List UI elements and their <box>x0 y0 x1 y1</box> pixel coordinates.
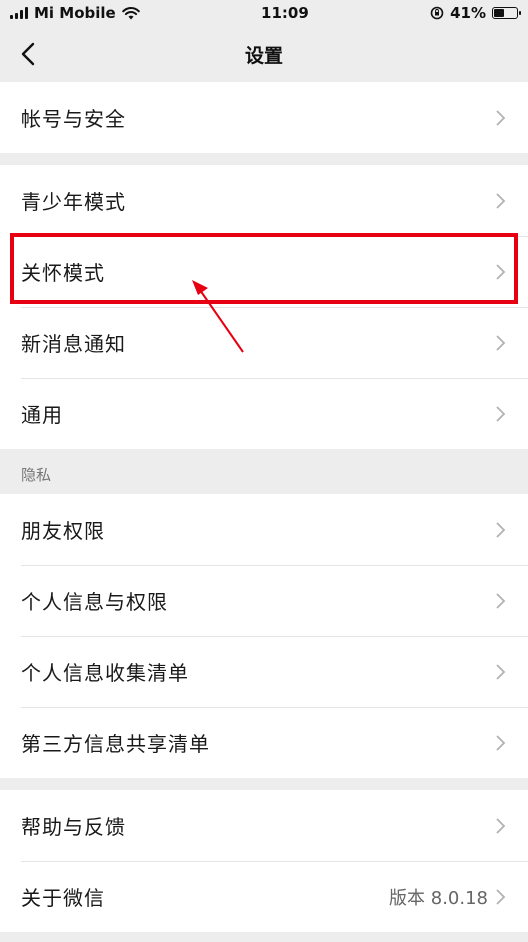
chevron-right-icon <box>496 334 506 351</box>
settings-item-account-security[interactable]: 帐号与安全 <box>0 82 528 153</box>
group-privacy: 朋友权限 个人信息与权限 个人信息收集清单 第三方信息共享清单 <box>0 494 528 778</box>
chevron-right-icon <box>496 405 506 422</box>
settings-item-label: 通用 <box>21 403 63 427</box>
settings-item-label: 帐号与安全 <box>21 107 126 131</box>
chevron-right-icon <box>496 192 506 209</box>
settings-item-label: 青少年模式 <box>21 190 126 214</box>
chevron-right-icon <box>496 263 506 280</box>
settings-item-care-mode[interactable]: 关怀模式 <box>0 236 528 307</box>
page-title: 设置 <box>244 44 283 67</box>
status-right: 41% <box>430 4 521 22</box>
section-header-privacy: 隐私 <box>21 466 52 484</box>
chevron-right-icon <box>496 888 506 905</box>
settings-item-general[interactable]: 通用 <box>0 378 528 449</box>
settings-item-label: 个人信息收集清单 <box>21 661 189 685</box>
chevron-right-icon <box>496 817 506 834</box>
settings-item-label: 朋友权限 <box>21 519 105 543</box>
wifi-icon <box>121 6 140 19</box>
settings-item-personal-info-permissions[interactable]: 个人信息与权限 <box>0 565 528 636</box>
chevron-right-icon <box>496 109 506 126</box>
settings-item-label: 新消息通知 <box>21 332 126 356</box>
settings-item-label: 第三方信息共享清单 <box>21 732 210 756</box>
settings-item-label: 个人信息与权限 <box>21 590 168 614</box>
settings-item-help-feedback[interactable]: 帮助与反馈 <box>0 790 528 861</box>
settings-item-about-wechat[interactable]: 关于微信 版本 8.0.18 <box>0 861 528 932</box>
battery-icon <box>492 7 521 19</box>
nav-bar: 设置 <box>0 26 528 82</box>
row-right: 版本 8.0.18 <box>389 884 506 910</box>
settings-item-teen-mode[interactable]: 青少年模式 <box>0 165 528 236</box>
group-about: 帮助与反馈 关于微信 版本 8.0.18 <box>0 790 528 932</box>
settings-item-label: 关怀模式 <box>21 261 105 285</box>
status-left: Mi Mobile <box>10 4 140 22</box>
back-arrow-icon[interactable] <box>18 40 42 68</box>
settings-item-third-party-sharing[interactable]: 第三方信息共享清单 <box>0 707 528 778</box>
chevron-right-icon <box>496 592 506 609</box>
settings-item-label: 关于微信 <box>21 886 105 910</box>
chevron-right-icon <box>496 734 506 751</box>
battery-percent: 41% <box>450 4 486 22</box>
status-time: 11:09 <box>261 4 309 22</box>
group-modes: 青少年模式 关怀模式 新消息通知 通用 <box>0 165 528 449</box>
settings-item-friend-permissions[interactable]: 朋友权限 <box>0 494 528 565</box>
orientation-lock-icon <box>430 6 444 20</box>
carrier-name: Mi Mobile <box>34 4 116 22</box>
version-value: 版本 8.0.18 <box>389 887 488 909</box>
settings-item-label: 帮助与反馈 <box>21 815 126 839</box>
signal-icon <box>10 7 28 19</box>
chevron-right-icon <box>496 521 506 538</box>
settings-item-notifications[interactable]: 新消息通知 <box>0 307 528 378</box>
group-account: 帐号与安全 <box>0 82 528 153</box>
status-bar: Mi Mobile 11:09 41% <box>0 0 528 26</box>
settings-item-personal-info-collection[interactable]: 个人信息收集清单 <box>0 636 528 707</box>
chevron-right-icon <box>496 663 506 680</box>
